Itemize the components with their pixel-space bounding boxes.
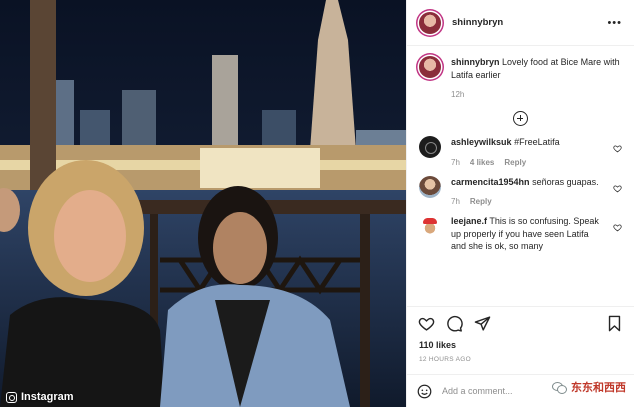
comment-avatar[interactable] [419, 136, 441, 158]
post-actions [407, 307, 634, 340]
comment-icon[interactable] [446, 315, 463, 332]
post-caption: shinnybryn Lovely food at Bice Mare with… [419, 56, 622, 99]
comment-item: leejane.f This is so confusing. Speak up… [419, 215, 622, 253]
wechat-logo-icon [552, 381, 567, 394]
instagram-watermark: Instagram [6, 391, 74, 403]
heart-icon[interactable] [418, 315, 435, 332]
comment-text: #FreeLatifa [514, 137, 560, 147]
comment-avatar[interactable] [419, 175, 441, 198]
comment-username[interactable]: leejane.f [451, 216, 487, 226]
overlay-watermark: 东东和西西 [552, 379, 626, 395]
caption-time[interactable]: 12h [451, 90, 464, 99]
heart-icon[interactable] [613, 223, 622, 232]
post-photo[interactable]: Instagram [0, 0, 406, 407]
comments-section[interactable]: shinnybryn Lovely food at Bice Mare with… [407, 46, 634, 307]
heart-icon[interactable] [613, 184, 622, 193]
posted-ago[interactable]: 12 HOURS AGO [407, 350, 634, 363]
author-avatar[interactable] [419, 11, 441, 34]
more-horizontal-icon[interactable]: ••• [607, 17, 622, 29]
photo-scene [0, 0, 406, 407]
post-header: shinnybryn ••• [407, 0, 634, 46]
bookmark-icon[interactable] [606, 315, 623, 332]
reply-button[interactable]: Reply [470, 197, 492, 206]
comment-text: señoras guapas. [532, 176, 599, 187]
reply-button[interactable]: Reply [504, 158, 526, 167]
caption-text: shinnybryn Lovely food at Bice Mare with… [451, 56, 622, 81]
comment-username[interactable]: ashleywilksuk [451, 137, 512, 147]
add-comment-bar: 东东和西西 [407, 374, 634, 407]
comment-likes[interactable]: 4 likes [470, 158, 494, 167]
emoji-icon[interactable] [417, 384, 432, 399]
caption-avatar[interactable] [419, 56, 441, 78]
comment-item: carmencita1954hn señoras guapas. 7h Repl… [419, 175, 622, 206]
instagram-logo-icon [6, 391, 17, 403]
likes-count[interactable]: 110 likes [407, 340, 634, 350]
share-icon[interactable] [474, 315, 491, 332]
post-side-panel: shinnybryn ••• shinnybryn Lovely food at… [406, 0, 634, 407]
comment-username[interactable]: carmencita1954hn [451, 177, 530, 187]
overlay-watermark-text: 东东和西西 [571, 381, 626, 394]
comment-time[interactable]: 7h [451, 197, 460, 206]
caption-username[interactable]: shinnybryn [451, 57, 500, 67]
comment-avatar[interactable] [419, 215, 441, 237]
heart-icon[interactable] [613, 144, 622, 153]
comment-item: ashleywilksuk #FreeLatifa 7h 4 likes Rep… [419, 136, 622, 167]
plus-circle-icon[interactable] [513, 111, 528, 126]
comment-time[interactable]: 7h [451, 158, 460, 167]
instagram-watermark-text: Instagram [21, 391, 74, 403]
author-username[interactable]: shinnybryn [452, 17, 607, 28]
